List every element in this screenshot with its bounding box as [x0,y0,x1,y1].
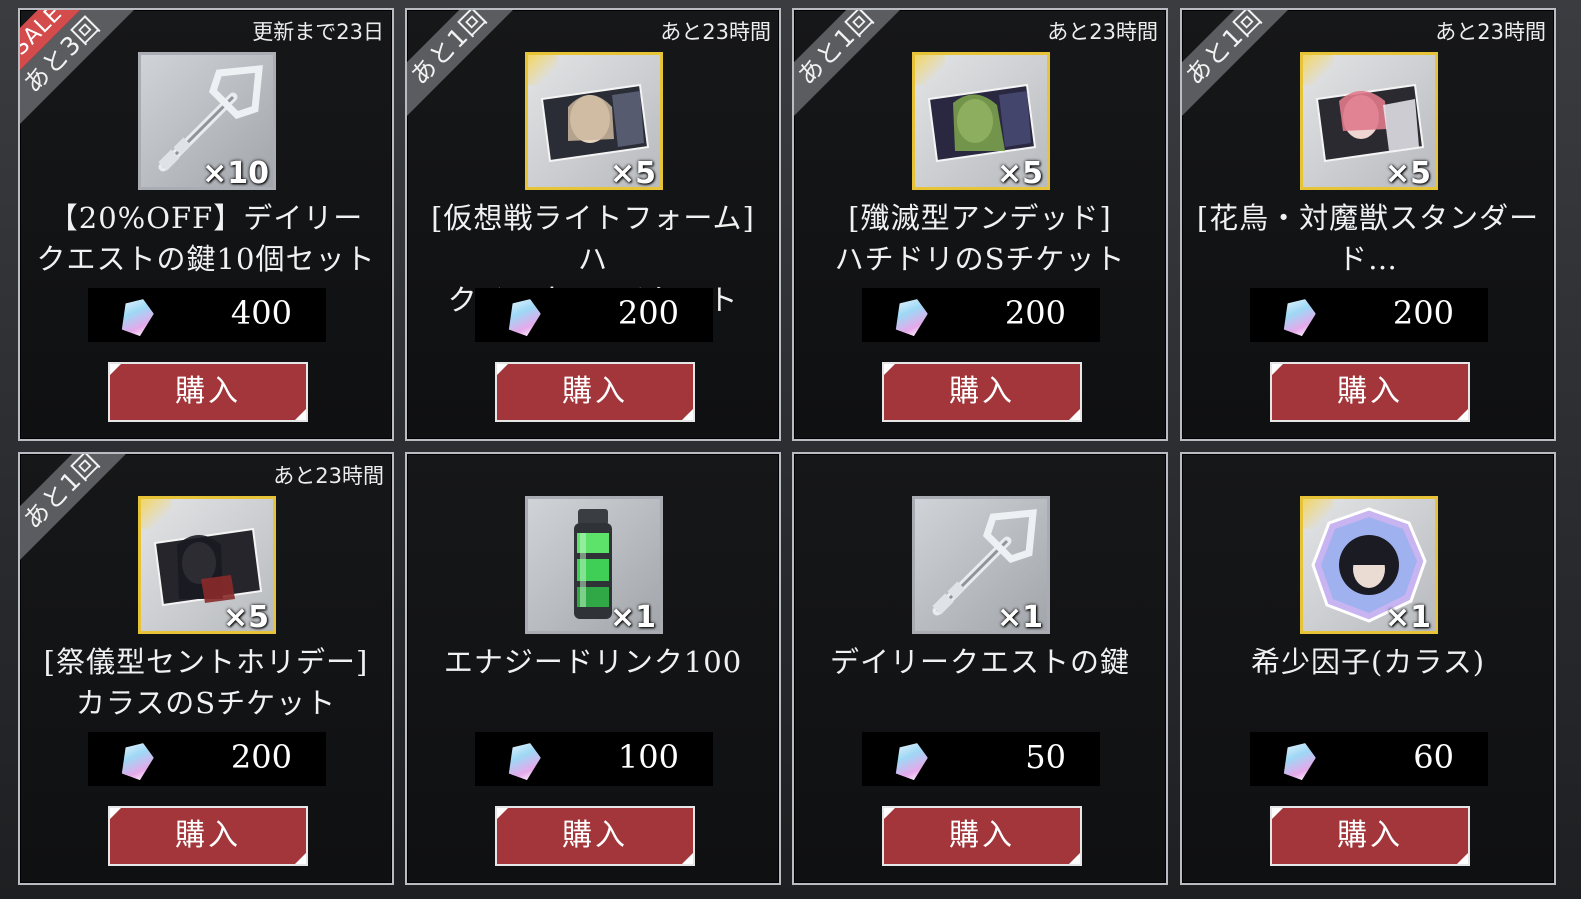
purchase-limit-label: あと1回 [792,8,880,91]
refresh-timer: あと23時間 [1435,20,1546,44]
price-box: 200 [1250,288,1488,342]
gem-icon [891,738,932,782]
purchase-limit-label: あと1回 [405,8,493,91]
item-name: エナジードリンク100 [443,645,743,679]
item-quantity: ×1 [609,600,656,635]
item-quantity: ×10 [202,156,269,191]
purchase-limit-label: あと1回 [1180,8,1268,91]
price-box: 200 [862,288,1100,342]
item-name: 【20%OFF】デイリー クエストの鍵10個セット [36,201,376,276]
price-box: 50 [862,732,1100,786]
item-quantity: ×5 [996,156,1043,191]
item-quantity: ×5 [222,600,269,635]
shop-item-grid: SALE あと3回 更新まで23日 ×10 【20%OFF】デイリー クエストの… [0,0,1581,899]
refresh-timer: あと23時間 [273,464,384,488]
item-quantity: ×5 [609,156,656,191]
purchase-limit-label: あと1回 [18,452,106,535]
price-value: 400 [230,294,292,332]
item-icon-frame: ×1 [1300,496,1438,635]
gem-icon [504,738,545,782]
price-box: 200 [88,732,326,786]
price-value: 200 [230,738,292,776]
price-value: 60 [1413,738,1454,776]
buy-button[interactable]: 購入 [1270,806,1470,866]
gem-icon [1279,294,1320,338]
item-name: デイリークエストの鍵 [829,645,1130,679]
purchase-limit-ribbon: あと1回 [18,452,147,576]
item-quantity: ×1 [1384,600,1431,635]
shop-item-card: あと1回 あと23時間 ×5 [仮想戦ライトフォーム]ハ クチョウのSチケット … [405,8,781,441]
purchase-limit-ribbon: あと1回 [405,8,534,132]
shop-item-card: あと1回 あと23時間 ×5 [殲滅型アンデッド] ハチドリのSチケット 200… [792,8,1168,441]
item-name: [花鳥・対魔獣スタンダー ド… [1196,201,1540,276]
item-name: [祭儀型セントホリデー] カラスのSチケット [43,645,369,720]
shop-item-card: ×1 エナジードリンク100 100 購入 [405,452,781,885]
price-value: 100 [617,738,679,776]
gem-icon [891,294,932,338]
shop-item-card: あと1回 あと23時間 ×5 [花鳥・対魔獣スタンダー ド… 200 購入 [1180,8,1556,441]
gem-icon [1279,738,1320,782]
item-quantity: ×1 [996,600,1043,635]
item-icon-frame: ×10 [138,52,276,191]
item-icon-frame: ×5 [1300,52,1438,191]
buy-button[interactable]: 購入 [495,362,695,422]
buy-button[interactable]: 購入 [882,806,1082,866]
shop-item-card: ×1 希少因子(カラス) 60 購入 [1180,452,1556,885]
refresh-timer: 更新まで23日 [252,20,384,44]
purchase-limit-ribbon: あと1回 [1180,8,1309,132]
price-value: 50 [1025,738,1066,776]
shop-item-card: あと1回 あと23時間 ×5 [祭儀型セントホリデー] カラスのSチケット 20… [18,452,394,885]
shop-item-card: SALE あと3回 更新まで23日 ×10 【20%OFF】デイリー クエストの… [18,8,394,441]
buy-button[interactable]: 購入 [882,362,1082,422]
gem-icon [504,294,545,338]
price-value: 200 [1392,294,1454,332]
buy-button[interactable]: 購入 [108,806,308,866]
buy-button[interactable]: 購入 [108,362,308,422]
purchase-limit-ribbon: あと1回 [792,8,921,132]
price-box: 400 [88,288,326,342]
gem-icon [117,294,158,338]
buy-button[interactable]: 購入 [495,806,695,866]
buy-button[interactable]: 購入 [1270,362,1470,422]
item-icon-frame: ×5 [138,496,276,635]
refresh-timer: あと23時間 [660,20,771,44]
item-quantity: ×5 [1384,156,1431,191]
price-value: 200 [1004,294,1066,332]
refresh-timer: あと23時間 [1047,20,1158,44]
shop-item-card: ×1 デイリークエストの鍵 50 購入 [792,452,1168,885]
item-icon-frame: ×5 [525,52,663,191]
item-icon-frame: ×5 [912,52,1050,191]
price-value: 200 [617,294,679,332]
item-name: 希少因子(カラス) [1250,645,1486,679]
item-icon-frame: ×1 [525,496,663,635]
price-box: 100 [475,732,713,786]
price-box: 200 [475,288,713,342]
gem-icon [117,738,158,782]
item-icon-frame: ×1 [912,496,1050,635]
item-name: [殲滅型アンデッド] ハチドリのSチケット [834,201,1126,276]
purchase-limit-ribbon: SALE あと3回 [20,10,147,140]
price-box: 60 [1250,732,1488,786]
